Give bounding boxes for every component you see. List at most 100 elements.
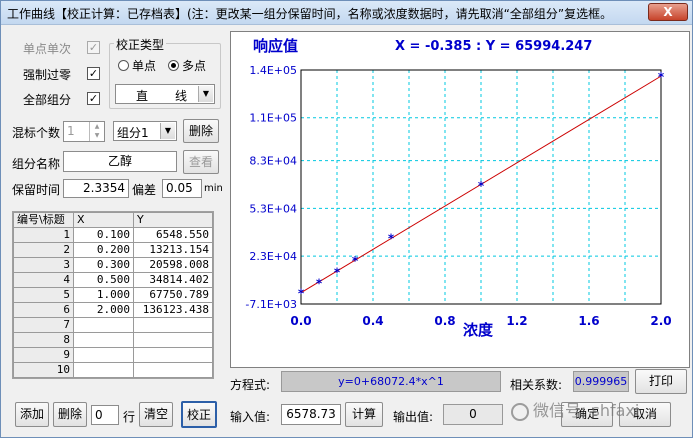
chart-panel: 0.0 0.4 0.8 1.2 1.6 2.0 -7.1E+03 2.3E+04 5.3E+04… bbox=[230, 31, 690, 368]
mix-count-label: 混标个数 bbox=[12, 126, 61, 140]
radio-single-point[interactable] bbox=[118, 60, 129, 71]
cell-x[interactable] bbox=[73, 317, 134, 333]
delete-group-button[interactable]: 删除 bbox=[183, 119, 219, 143]
header-y: Y bbox=[133, 212, 213, 228]
y-axis-label: 响应值 bbox=[253, 37, 298, 55]
all-groups-checkbox[interactable]: ✓ bbox=[87, 92, 100, 105]
cell-y[interactable]: 13213.154 bbox=[133, 242, 213, 258]
force-zero-checkbox[interactable]: ✓ bbox=[87, 67, 100, 80]
view-button[interactable]: 查看 bbox=[183, 150, 219, 174]
table-row[interactable]: 10 bbox=[13, 362, 213, 378]
row-id: 4 bbox=[13, 272, 74, 288]
clear-button[interactable]: 清空 bbox=[139, 402, 173, 427]
deviation-label: 偏差 bbox=[132, 183, 157, 197]
x-tick-label: 1.6 bbox=[578, 314, 599, 328]
cell-y[interactable]: 67750.789 bbox=[133, 287, 213, 303]
input-label: 输入值: bbox=[230, 410, 271, 424]
table-row[interactable]: 5 1.000 67750.789 bbox=[13, 287, 213, 303]
calculate-button[interactable]: 计算 bbox=[345, 402, 383, 427]
table-row[interactable]: 4 0.500 34814.402 bbox=[13, 272, 213, 288]
calibrate-button[interactable]: 校正 bbox=[181, 401, 217, 428]
equation-display: y=0+68072.4*x^1 bbox=[281, 371, 501, 392]
deviation-value: 0.05 bbox=[166, 181, 193, 195]
y-tick-label: 8.3E+04 bbox=[249, 155, 297, 168]
title-bar: 工作曲线【校正计算：已存档表】(注：更改某一组分保留时间，名称或浓度数据时，请先… bbox=[1, 1, 692, 25]
group-name-value: 乙醇 bbox=[107, 154, 132, 168]
cell-x[interactable]: 0.300 bbox=[73, 257, 134, 273]
x-axis-label: 浓度 bbox=[463, 321, 494, 339]
group-name-input[interactable]: 乙醇 bbox=[63, 151, 177, 172]
equation-value: y=0+68072.4*x^1 bbox=[338, 375, 444, 388]
cell-x[interactable] bbox=[73, 332, 134, 348]
cell-x[interactable]: 0.100 bbox=[73, 227, 134, 243]
data-point: * bbox=[316, 276, 323, 290]
chevron-down-icon: ▼ bbox=[198, 86, 213, 102]
cell-y[interactable]: 20598.008 bbox=[133, 257, 213, 273]
cell-y[interactable]: 136123.438 bbox=[133, 302, 213, 318]
table-row[interactable]: 8 bbox=[13, 332, 213, 348]
y-tick-label: 1.4E+05 bbox=[249, 64, 297, 77]
output-value: 0 bbox=[469, 407, 477, 421]
mix-count-value: 1 bbox=[67, 124, 75, 138]
header-id: 编号\标题 bbox=[13, 212, 74, 228]
curve-type-select[interactable]: 直 线 ▼ bbox=[115, 84, 215, 104]
cell-x[interactable]: 0.200 bbox=[73, 242, 134, 258]
deviation-input[interactable]: 0.05 bbox=[162, 179, 202, 198]
row-value: 0 bbox=[95, 408, 103, 422]
cell-y[interactable] bbox=[133, 362, 213, 378]
curve-type-value: 直 线 bbox=[136, 89, 189, 103]
input-value-field[interactable]: 6578.73 bbox=[281, 404, 341, 425]
calibration-chart: 0.0 0.4 0.8 1.2 1.6 2.0 -7.1E+03 2.3E+04 5.3E+04… bbox=[245, 37, 671, 339]
table-row[interactable]: 3 0.300 20598.008 bbox=[13, 257, 213, 273]
radio-single-label: 单点 bbox=[132, 59, 157, 73]
radio-multi-point[interactable] bbox=[168, 60, 179, 71]
cell-x[interactable]: 1.000 bbox=[73, 287, 134, 303]
cell-y[interactable] bbox=[133, 332, 213, 348]
corr-label: 相关系数: bbox=[510, 378, 563, 392]
mix-count-spinner[interactable]: ▲ ▼ bbox=[89, 122, 104, 141]
calibration-window: 工作曲线【校正计算：已存档表】(注：更改某一组分保留时间，名称或浓度数据时，请先… bbox=[0, 0, 693, 438]
single-point-checkbox[interactable]: ✓ bbox=[87, 41, 100, 54]
equation-label: 方程式: bbox=[230, 378, 271, 392]
cell-x[interactable] bbox=[73, 347, 134, 363]
table-row[interactable]: 7 bbox=[13, 317, 213, 333]
row-input[interactable]: 0 bbox=[91, 405, 119, 425]
cell-x[interactable] bbox=[73, 362, 134, 378]
retention-input[interactable]: 2.3354 bbox=[63, 179, 129, 198]
group-name-label: 组分名称 bbox=[12, 157, 61, 171]
row-id: 2 bbox=[13, 242, 74, 258]
table-row[interactable]: 1 0.100 6548.550 bbox=[13, 227, 213, 243]
add-button[interactable]: 添加 bbox=[15, 402, 49, 427]
cell-y[interactable]: 6548.550 bbox=[133, 227, 213, 243]
delete-row-button[interactable]: 删除 bbox=[53, 402, 87, 427]
x-tick-label: 0.4 bbox=[362, 314, 383, 328]
print-button[interactable]: 打印 bbox=[635, 369, 687, 394]
calibration-type-group: 校正类型 单点 多点 直 线 ▼ bbox=[109, 36, 221, 109]
watermark: 微信号: shfaxi bbox=[511, 397, 689, 423]
row-id: 1 bbox=[13, 227, 74, 243]
row-id: 8 bbox=[13, 332, 74, 348]
force-zero-label: 强制过零 bbox=[23, 68, 72, 82]
output-label: 输出值: bbox=[393, 410, 434, 424]
table-header-row: 编号\标题 X Y bbox=[13, 212, 213, 228]
cell-x[interactable]: 2.000 bbox=[73, 302, 134, 318]
cell-y[interactable]: 34814.402 bbox=[133, 272, 213, 288]
data-table: 编号\标题 X Y 1 0.100 6548.550 2 0.200 13213.154 3… bbox=[13, 212, 213, 378]
cell-y[interactable] bbox=[133, 317, 213, 333]
group-select[interactable]: 组分1 ▼ bbox=[113, 121, 177, 141]
y-tick-label: 2.3E+04 bbox=[249, 250, 297, 263]
window-title: 工作曲线【校正计算：已存档表】(注：更改某一组分保留时间，名称或浓度数据时，请先… bbox=[7, 7, 613, 21]
cell-y[interactable] bbox=[133, 347, 213, 363]
x-tick-label: 0.8 bbox=[434, 314, 455, 328]
table-row[interactable]: 9 bbox=[13, 347, 213, 363]
chart-ticks: 0.0 0.4 0.8 1.2 1.6 2.0 -7.1E+03 2.3E+04 5.3E+04… bbox=[245, 64, 671, 328]
all-groups-label: 全部组分 bbox=[23, 93, 72, 107]
table-row[interactable]: 6 2.000 136123.438 bbox=[13, 302, 213, 318]
table-row[interactable]: 2 0.200 13213.154 bbox=[13, 242, 213, 258]
row-id: 6 bbox=[13, 302, 74, 318]
cell-x[interactable]: 0.500 bbox=[73, 272, 134, 288]
calibration-type-title: 校正类型 bbox=[114, 36, 167, 53]
header-x: X bbox=[73, 212, 134, 228]
close-button[interactable]: X bbox=[648, 3, 688, 21]
radio-multi-label: 多点 bbox=[182, 59, 207, 73]
